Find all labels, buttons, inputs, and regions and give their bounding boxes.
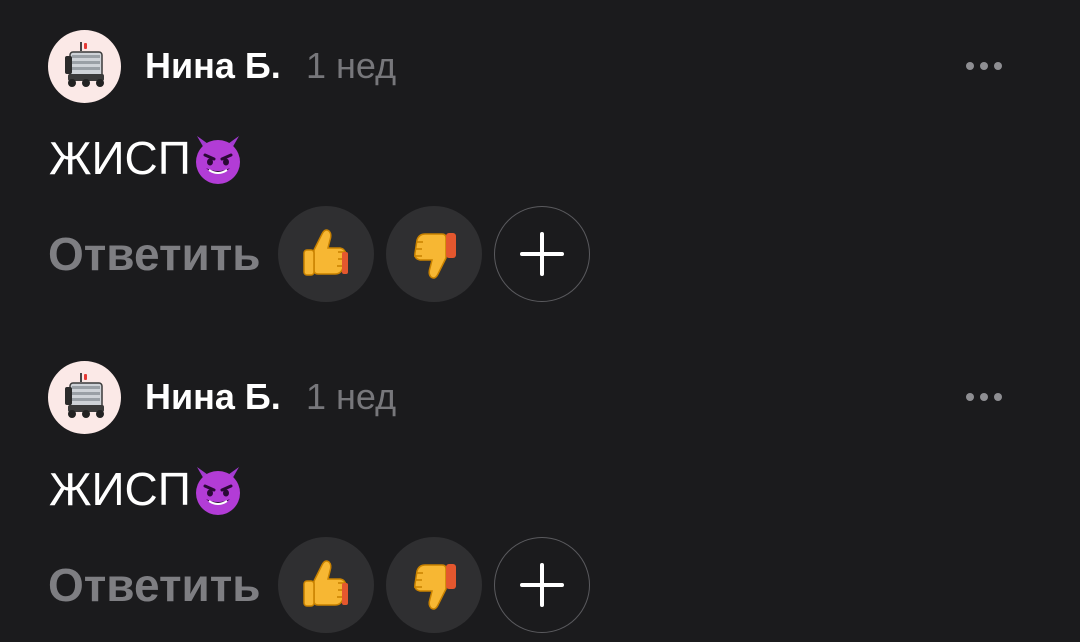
thumbs-up-icon: [303, 560, 348, 607]
add-reaction-button[interactable]: [494, 537, 590, 633]
author-name[interactable]: Нина Б.: [145, 44, 281, 88]
reply-button[interactable]: Ответить: [48, 224, 261, 284]
dislike-button[interactable]: [386, 537, 482, 633]
author-name[interactable]: Нина Б.: [145, 375, 281, 419]
more-dots-icon[interactable]: [962, 58, 1006, 74]
more-dots-icon[interactable]: [962, 389, 1006, 405]
smiling-devil-icon: [191, 128, 245, 188]
avatar[interactable]: [48, 30, 121, 103]
comment-body: ЖИСП: [49, 128, 245, 188]
delivery-robot-icon: [65, 42, 104, 87]
comment-item: Нина Б. 1 нед ЖИСП Ответить: [0, 331, 1080, 633]
comment-text: ЖИСП: [49, 132, 191, 184]
comment-time: 1 нед: [306, 45, 397, 86]
plus-icon: [520, 232, 564, 276]
like-button[interactable]: [278, 537, 374, 633]
comment-body: ЖИСП: [49, 459, 245, 519]
plus-icon: [520, 563, 564, 607]
thumbs-up-icon: [303, 229, 348, 276]
like-button[interactable]: [278, 206, 374, 302]
add-reaction-button[interactable]: [494, 206, 590, 302]
comment-text: ЖИСП: [49, 463, 191, 515]
dislike-button[interactable]: [386, 206, 482, 302]
delivery-robot-icon: [65, 373, 104, 418]
comment-time: 1 нед: [306, 376, 397, 417]
reply-button[interactable]: Ответить: [48, 555, 261, 615]
smiling-devil-icon: [191, 459, 245, 519]
avatar[interactable]: [48, 361, 121, 434]
thumbs-down-icon: [414, 233, 456, 279]
thumbs-down-icon: [414, 564, 456, 610]
comment-item: Нина Б. 1 нед ЖИСП Ответить: [0, 0, 1080, 302]
